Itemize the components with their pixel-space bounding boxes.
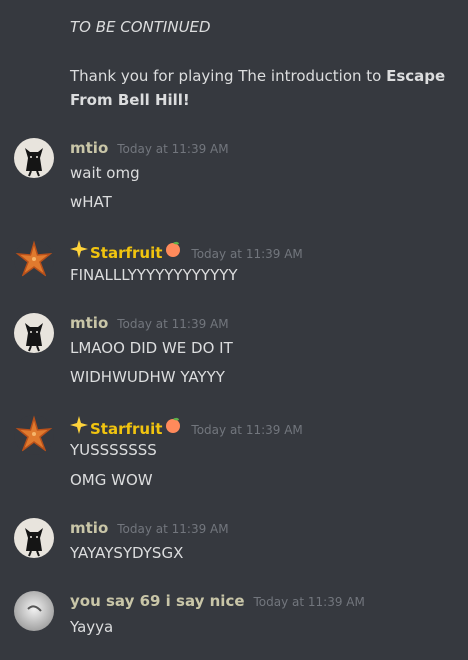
username-starfruit[interactable]: Starfruit xyxy=(90,244,162,262)
username-mtio[interactable]: mtio xyxy=(70,519,108,537)
message-text: WIDHWUDHW YAYYY xyxy=(70,368,225,386)
message-header-mtio-1: mtio Today at 11:39 AM xyxy=(70,139,229,161)
glowing-star-icon xyxy=(70,240,88,262)
mtio-avatar[interactable] xyxy=(14,138,54,178)
message-text: wHAT xyxy=(70,193,112,211)
message-text: YAYAYSYDYSGX xyxy=(70,544,184,562)
peach-icon xyxy=(164,416,182,438)
black-cat-avatar-icon xyxy=(14,313,54,353)
starfruit-avatar[interactable] xyxy=(14,415,54,455)
timestamp[interactable]: Today at 11:39 AM xyxy=(191,247,302,261)
mtio-avatar[interactable] xyxy=(14,313,54,353)
starfruit-avatar[interactable] xyxy=(14,240,54,280)
starfish-avatar-icon xyxy=(14,415,54,455)
message-text: Yayya xyxy=(70,618,114,636)
message-header-starfruit-2: Starfruit Today at 11:39 AM xyxy=(70,416,303,438)
timestamp[interactable]: Today at 11:39 AM xyxy=(117,522,228,536)
username-starfruit[interactable]: Starfruit xyxy=(90,420,162,438)
message-text: LMAOO DID WE DO IT xyxy=(70,339,233,357)
timestamp[interactable]: Today at 11:39 AM xyxy=(117,142,228,156)
timestamp[interactable]: Today at 11:39 AM xyxy=(254,595,365,609)
thanks-prefix: Thank you for playing The introduction t… xyxy=(70,67,387,85)
starfish-avatar-icon xyxy=(14,240,54,280)
mtio-avatar[interactable] xyxy=(14,518,54,558)
message-text: OMG WOW xyxy=(70,471,153,489)
to-be-continued-text: TO BE CONTINUED xyxy=(70,18,211,36)
timestamp[interactable]: Today at 11:39 AM xyxy=(191,423,302,437)
message-header-starfruit-1: Starfruit Today at 11:39 AM xyxy=(70,240,303,262)
thanks-message-line-1: Thank you for playing The introduction t… xyxy=(70,66,445,86)
message-header-mtio-2: mtio Today at 11:39 AM xyxy=(70,314,229,336)
timestamp[interactable]: Today at 11:39 AM xyxy=(117,317,228,331)
message-header-you-say-69: you say 69 i say nice Today at 11:39 AM xyxy=(70,592,365,614)
black-cat-avatar-icon xyxy=(14,138,54,178)
thanks-bold-1: Escape xyxy=(386,67,446,85)
message-text: wait omg xyxy=(70,164,140,182)
thanks-message-line-2: From Bell Hill! xyxy=(70,91,190,109)
glowing-star-icon xyxy=(70,416,88,438)
username-mtio[interactable]: mtio xyxy=(70,314,108,332)
black-cat-avatar-icon xyxy=(14,518,54,558)
username-mtio[interactable]: mtio xyxy=(70,139,108,157)
peach-icon xyxy=(164,240,182,262)
gray-photo-avatar-icon xyxy=(14,591,54,631)
chat-log: TO BE CONTINUED Thank you for playing Th… xyxy=(0,0,468,660)
message-header-mtio-3: mtio Today at 11:39 AM xyxy=(70,519,229,541)
message-text: YUSSSSSSS xyxy=(70,441,157,459)
username-you-say-69[interactable]: you say 69 i say nice xyxy=(70,592,245,610)
message-text: FINALLLYYYYYYYYYYYY xyxy=(70,266,238,284)
you-say-69-avatar[interactable] xyxy=(14,591,54,631)
